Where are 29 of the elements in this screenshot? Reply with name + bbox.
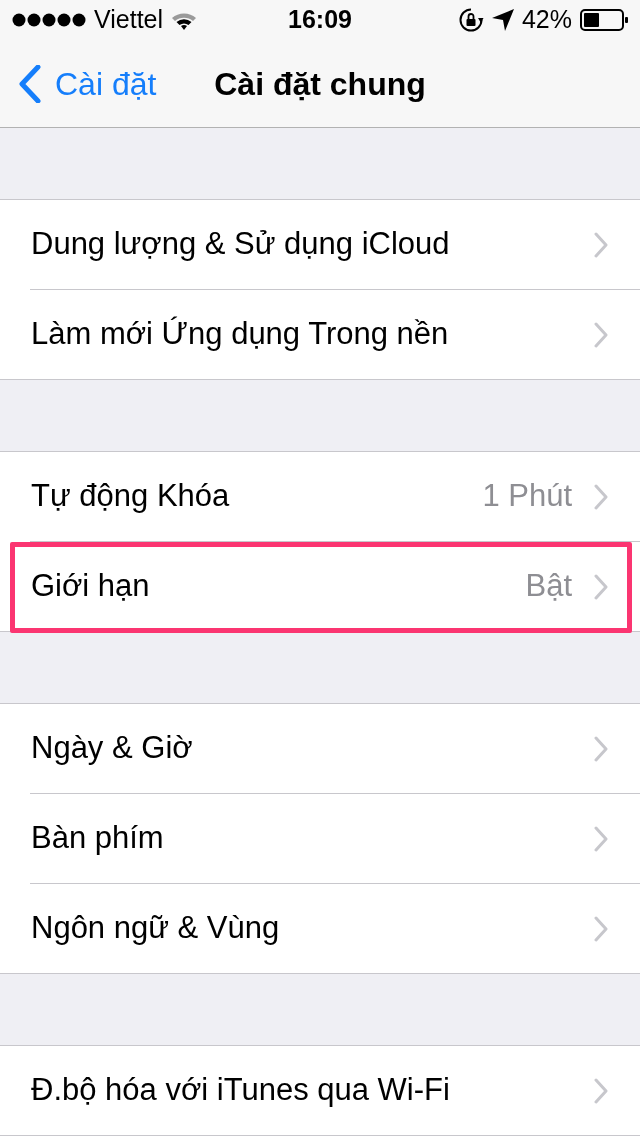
row-value: 1 Phút xyxy=(482,477,572,516)
back-button[interactable]: Cài đặt xyxy=(0,58,163,109)
row-label: Đ.bộ hóa với iTunes qua Wi-Fi xyxy=(31,1071,451,1110)
row-value: Bật xyxy=(525,567,572,606)
location-arrow-icon xyxy=(491,9,514,31)
carrier-name: Viettel xyxy=(94,4,164,36)
row-label: Ngôn ngữ & Vùng xyxy=(31,909,281,948)
row-label: Giới hạn xyxy=(31,567,151,606)
chevron-right-icon xyxy=(594,1077,608,1104)
chevron-right-icon xyxy=(594,573,608,600)
row-label: Làm mới Ứng dụng Trong nền xyxy=(31,315,450,354)
chevron-right-icon xyxy=(594,321,608,348)
row-label: Dung lượng & Sử dụng iCloud xyxy=(31,225,451,264)
signal-dots-icon xyxy=(12,13,86,27)
battery-icon xyxy=(580,9,628,31)
rotation-lock-icon xyxy=(457,7,484,33)
row-label: Ngày & Giờ xyxy=(31,729,194,768)
chevron-right-icon xyxy=(594,825,608,852)
row-label: Tự động Khóa xyxy=(31,477,231,516)
page-title: Cài đặt chung xyxy=(214,64,426,104)
chevron-right-icon xyxy=(594,483,608,510)
chevron-right-icon xyxy=(594,735,608,762)
row-label: Bàn phím xyxy=(31,819,165,858)
chevron-right-icon xyxy=(594,231,608,258)
battery-percent: 42% xyxy=(521,4,572,36)
back-chevron-icon xyxy=(18,64,41,103)
chevron-right-icon xyxy=(594,915,608,942)
wifi-icon xyxy=(171,10,198,30)
clock-time: 16:09 xyxy=(288,4,352,36)
